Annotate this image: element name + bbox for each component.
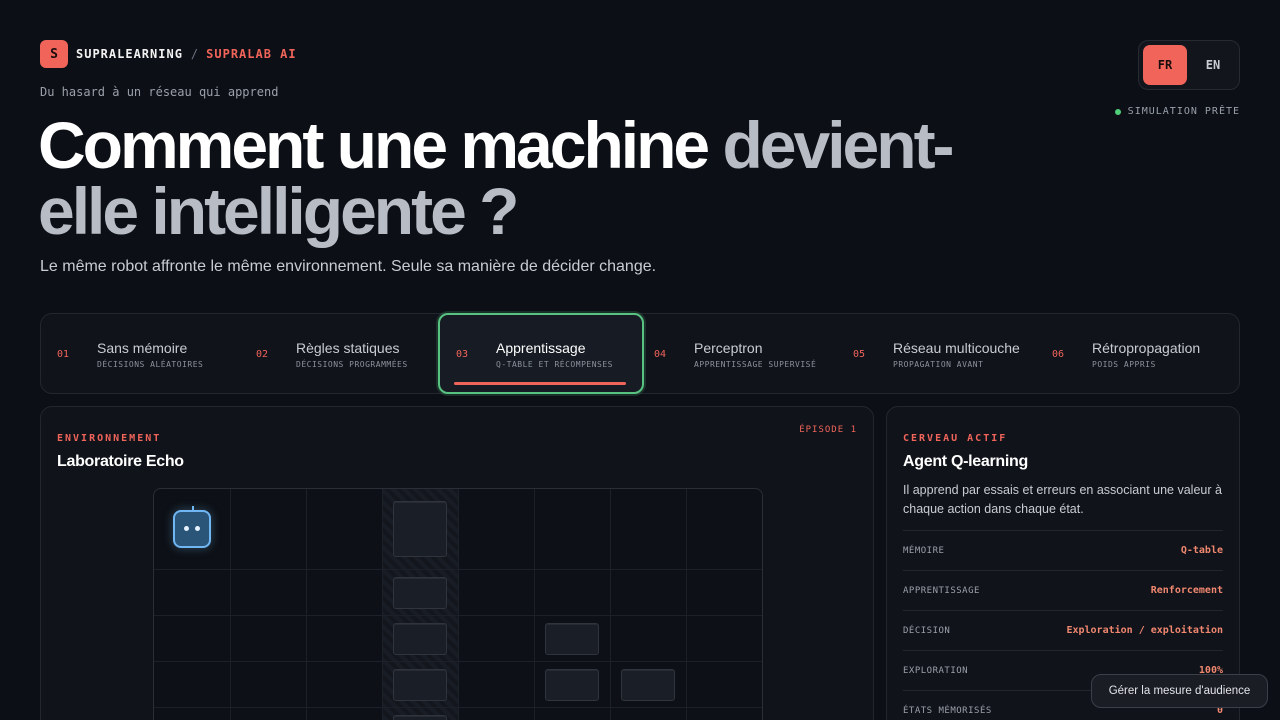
environment-panel: ENVIRONNEMENT Laboratoire Echo ÉPISODE 1 [40,406,874,720]
lang-en-button[interactable]: EN [1191,45,1235,85]
environment-label: ENVIRONNEMENT [57,433,162,444]
wall-block [393,715,447,720]
property-key: ÉTATS MÉMORISÉS [903,705,992,716]
step-subtitle: DÉCISIONS PROGRAMMÉES [296,360,408,369]
environment-grid[interactable] [153,488,763,720]
grid-line [610,489,611,720]
step-number: 03 [456,349,469,360]
wall-block [393,669,447,701]
brain-title: Agent Q-learning [903,453,1028,470]
grid-line [458,489,459,720]
property-value: Exploration / exploitation [1066,625,1223,636]
grid-line [306,489,307,720]
grid-line [230,489,231,720]
status-dot-icon [1114,108,1121,115]
grid-line [154,615,762,616]
lang-fr-button[interactable]: FR [1143,45,1187,85]
property-key: MÉMOIRE [903,545,945,556]
grid-line [382,489,383,720]
active-step-bar [454,382,626,385]
property-value: Q-table [1180,545,1223,556]
brand-sub: SUPRALAB AI [206,47,297,61]
wall-block [393,501,447,557]
grid-line [154,707,762,708]
step-subtitle: APPRENTISSAGE SUPERVISÉ [694,360,817,369]
step-title: Sans mémoire [97,340,188,356]
step-subtitle: DÉCISIONS ALÉATOIRES [97,360,204,369]
step-subtitle: Q-TABLE ET RÉCOMPENSES [496,360,613,369]
tab-step-05[interactable]: 05 Réseau multicouche PROPAGATION AVANT [853,314,1043,395]
step-title: Perceptron [694,340,763,356]
property-key: EXPLORATION [903,665,969,676]
brand-separator: / [190,47,199,61]
step-number: 04 [654,349,667,360]
step-subtitle: PROPAGATION AVANT [893,360,984,369]
tagline: Du hasard à un réseau qui apprend [40,85,279,99]
active-brain-panel: CERVEAU ACTIF Agent Q-learning Il appren… [886,406,1240,720]
simulation-status: SIMULATION PRÊTE [1114,106,1240,117]
episode-counter: ÉPISODE 1 [799,425,857,435]
wall-block [545,669,599,701]
grid-line [154,661,762,662]
wall-block [545,623,599,655]
robot-antenna [192,506,194,511]
step-tabs: 01 Sans mémoire DÉCISIONS ALÉATOIRES 02 … [40,313,1240,394]
property-row: APPRENTISSAGE Renforcement [903,570,1223,610]
title-part-1: Comment une machine [38,108,710,182]
grid-line [534,489,535,720]
grid-line [686,489,687,720]
robot-eye [195,526,200,531]
tab-step-02[interactable]: 02 Règles statiques DÉCISIONS PROGRAMMÉE… [256,314,446,395]
step-number: 01 [57,349,70,360]
wall-block [393,623,447,655]
property-row: DÉCISION Exploration / exploitation [903,610,1223,650]
step-title: Rétropropagation [1092,340,1201,356]
wall-block [621,669,675,701]
brand-name: SUPRALEARNING [76,47,183,61]
robot-eye [184,526,189,531]
property-value: Renforcement [1150,585,1223,596]
step-title: Apprentissage [496,340,586,356]
step-title: Réseau multicouche [893,340,1020,356]
wall-block [393,577,447,609]
grid-line [154,569,762,570]
environment-title: Laboratoire Echo [57,453,184,470]
property-row: MÉMOIRE Q-table [903,530,1223,570]
step-title: Règles statiques [296,340,400,356]
step-subtitle: POIDS APPRIS [1092,360,1156,369]
brain-description: Il apprend par essais et erreurs en asso… [903,483,1222,516]
step-number: 05 [853,349,866,360]
step-number: 02 [256,349,269,360]
status-text: SIMULATION PRÊTE [1127,106,1240,117]
brand[interactable]: S SUPRALEARNING / SUPRALAB AI [40,40,297,68]
tab-step-04[interactable]: 04 Perceptron APPRENTISSAGE SUPERVISÉ [654,314,844,395]
tab-step-03[interactable]: 03 Apprentissage Q-TABLE ET RÉCOMPENSES [438,313,644,395]
page-subtitle: Le même robot affronte le même environne… [40,258,657,275]
brand-logo: S [40,40,68,68]
tab-step-06[interactable]: 06 Rétropropagation POIDS APPRIS [1052,314,1232,395]
page-title: Comment une machine devient-elle intelli… [38,112,998,244]
robot-agent-icon [173,506,211,548]
property-key: APPRENTISSAGE [903,585,980,596]
brain-label: CERVEAU ACTIF [903,433,1008,444]
property-key: DÉCISION [903,625,951,636]
audience-settings-button[interactable]: Gérer la mesure d'audience [1091,674,1268,708]
step-number: 06 [1052,349,1065,360]
language-switcher: FR EN [1138,40,1240,90]
tab-step-01[interactable]: 01 Sans mémoire DÉCISIONS ALÉATOIRES [57,314,247,395]
